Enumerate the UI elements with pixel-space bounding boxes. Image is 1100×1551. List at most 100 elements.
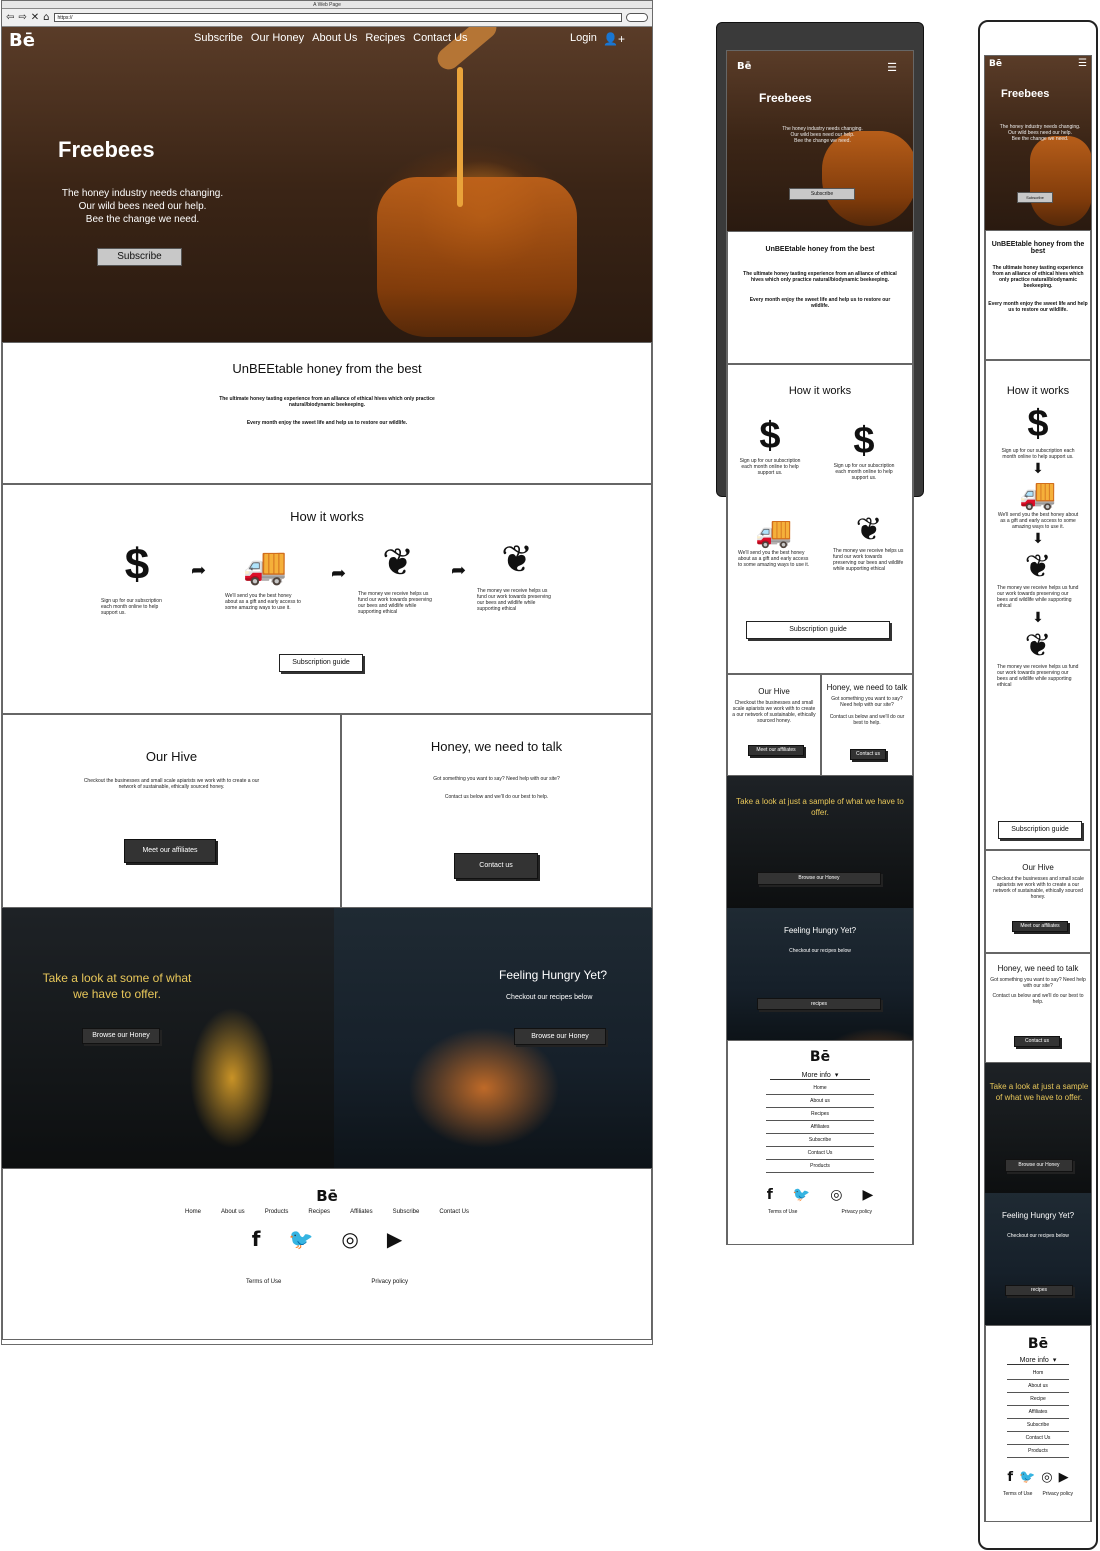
brand-logo[interactable]: Bē — [737, 61, 751, 72]
terms-link[interactable]: Terms of Use — [768, 1209, 797, 1215]
footer-menu-item[interactable]: Products — [1007, 1445, 1069, 1458]
footer-link[interactable]: Recipes — [308, 1209, 330, 1215]
how-it-works-section: How it works $ Sign up for our subscript… — [2, 484, 652, 714]
subscribe-button[interactable]: Subscribe — [97, 248, 182, 266]
hero-title: Freebees — [58, 137, 155, 162]
footer-menu-item[interactable]: Subscribe — [1007, 1419, 1069, 1432]
browse-honey-button[interactable]: Browse our Honey — [82, 1028, 160, 1044]
honey-panel-title: Take a look at some of what we have to o… — [42, 971, 192, 1001]
privacy-link[interactable]: Privacy policy — [841, 1209, 872, 1215]
meet-affiliates-button[interactable]: Meet our affiliates — [748, 745, 804, 756]
footer-menu-item[interactable]: About us — [1007, 1380, 1069, 1393]
youtube-icon[interactable]: ▶ — [862, 1187, 873, 1203]
footer-link[interactable]: About us — [221, 1209, 245, 1215]
footer-menu-item[interactable]: Subscribe — [766, 1134, 874, 1147]
hero-title: Freebees — [1001, 88, 1050, 100]
footer-menu-item[interactable]: Affiliates — [766, 1121, 874, 1134]
instagram-icon[interactable]: ◎ — [1041, 1470, 1052, 1485]
talk-text-2: Contact us below and we'll do our best t… — [992, 993, 1084, 1005]
footer-menu-item[interactable]: Recipes — [766, 1108, 874, 1121]
subscription-guide-button[interactable]: Subscription guide — [998, 821, 1082, 839]
footer-link[interactable]: Home — [185, 1209, 201, 1215]
twitter-icon[interactable]: 🐦 — [1019, 1470, 1035, 1485]
step-text: Sign up for our subscription each month … — [1001, 448, 1075, 460]
footer-menu-item[interactable]: Contact Us — [1007, 1432, 1069, 1445]
footer-menu: Home About us Recipes Affiliates Subscri… — [766, 1082, 874, 1173]
showcase-row: Take a look at some of what we have to o… — [2, 908, 652, 1168]
privacy-link[interactable]: Privacy policy — [1042, 1491, 1073, 1497]
browse-recipes-button[interactable]: Browse our Honey — [514, 1028, 606, 1045]
nav-subscribe[interactable]: Subscribe — [194, 32, 243, 44]
search-field[interactable] — [626, 13, 648, 22]
contact-us-button[interactable]: Contact us — [454, 853, 538, 879]
facebook-icon[interactable]: f — [767, 1187, 773, 1203]
footer-link[interactable]: Affiliates — [350, 1209, 373, 1215]
address-bar[interactable]: https:// — [53, 13, 622, 22]
subscribe-button[interactable]: Subscribe — [789, 188, 855, 200]
footer-menu-item[interactable]: About us — [766, 1095, 874, 1108]
forward-icon[interactable]: ⇨ — [18, 12, 26, 23]
twitter-icon[interactable]: 🐦 — [288, 1227, 313, 1251]
footer-logo[interactable]: Bē — [3, 1169, 651, 1205]
more-info-dropdown[interactable]: More info ▾ — [770, 1071, 870, 1080]
footer-menu-item[interactable]: Products — [766, 1160, 874, 1173]
facebook-icon[interactable]: f — [1007, 1470, 1013, 1485]
facebook-icon[interactable]: f — [252, 1227, 261, 1251]
pancake-panel-sub: Checkout our recipes below — [1007, 1233, 1069, 1239]
hive-heading: Our Hive — [758, 687, 790, 696]
footer-menu-item[interactable]: Recipe — [1007, 1393, 1069, 1406]
recipes-button[interactable]: recipes — [757, 998, 881, 1010]
talk-heading: Honey, we need to talk — [997, 964, 1079, 973]
subscription-guide-button[interactable]: Subscription guide — [279, 654, 363, 672]
meet-affiliates-button[interactable]: Meet our affiliates — [1012, 921, 1068, 932]
twitter-icon[interactable]: 🐦 — [793, 1187, 810, 1203]
add-user-icon[interactable]: 👤+ — [603, 32, 625, 46]
footer-logo[interactable]: Bē — [728, 1041, 912, 1065]
terms-link[interactable]: Terms of Use — [246, 1279, 281, 1285]
contact-us-button[interactable]: Contact us — [1014, 1036, 1060, 1047]
subscribe-button[interactable]: Subscribe — [1017, 192, 1053, 203]
hive-text: Checkout the businesses and small scale … — [992, 876, 1084, 900]
nav-contact[interactable]: Contact Us — [413, 32, 467, 44]
brand-logo[interactable]: Bē — [989, 59, 1002, 69]
hero-line: Bee the change we need. — [1011, 136, 1069, 142]
nav-about[interactable]: About Us — [312, 32, 357, 44]
browse-honey-button[interactable]: Browse our Honey — [757, 872, 881, 885]
home-icon[interactable]: ⌂ — [43, 12, 49, 23]
youtube-icon[interactable]: ▶ — [1059, 1470, 1069, 1485]
hamburger-menu-icon[interactable]: ☰ — [1078, 58, 1087, 69]
close-icon[interactable]: ✕ — [31, 12, 39, 23]
hamburger-menu-icon[interactable]: ☰ — [887, 61, 897, 74]
login-link[interactable]: Login — [570, 32, 597, 44]
contact-us-button[interactable]: Contact us — [850, 749, 886, 760]
youtube-icon[interactable]: ▶ — [387, 1227, 402, 1251]
footer-link[interactable]: Subscribe — [393, 1209, 420, 1215]
dollar-icon: $ — [759, 415, 781, 457]
back-icon[interactable]: ⇦ — [6, 12, 14, 23]
pancake-panel-title: Feeling Hungry Yet? — [499, 968, 608, 982]
hive-talk-row: Our Hive Checkout the businesses and sma… — [727, 674, 913, 776]
more-info-dropdown[interactable]: More info ▾ — [1007, 1356, 1069, 1365]
footer-menu-item[interactable]: Affiliates — [1007, 1406, 1069, 1419]
nav-our-honey[interactable]: Our Honey — [251, 32, 304, 44]
instagram-icon[interactable]: ◎ — [341, 1227, 358, 1251]
browse-honey-button[interactable]: Browse our Honey — [1005, 1159, 1073, 1172]
footer-link[interactable]: Contact Us — [439, 1209, 469, 1215]
footer-menu-item[interactable]: Contact Us — [766, 1147, 874, 1160]
terms-link[interactable]: Terms of Use — [1003, 1491, 1032, 1497]
subscription-guide-button[interactable]: Subscription guide — [746, 621, 890, 639]
brand-logo[interactable]: Bē — [9, 30, 35, 51]
nav-recipes[interactable]: Recipes — [365, 32, 405, 44]
footer-logo[interactable]: Bē — [986, 1326, 1090, 1352]
footer-menu-item[interactable]: Hom — [1007, 1367, 1069, 1380]
instagram-icon[interactable]: ◎ — [830, 1187, 842, 1203]
privacy-link[interactable]: Privacy policy — [371, 1279, 408, 1285]
intro-heading: UnBEEtable honey from the best — [991, 241, 1085, 255]
meet-affiliates-button[interactable]: Meet our affiliates — [124, 839, 216, 863]
talk-heading: Honey, we need to talk — [430, 739, 563, 754]
footer-link[interactable]: Products — [265, 1209, 289, 1215]
how-it-works-section: How it works $ Sign up for our subscript… — [727, 364, 913, 674]
recipes-button[interactable]: recipes — [1005, 1285, 1073, 1296]
footer-menu-item[interactable]: Home — [766, 1082, 874, 1095]
step-text: We'll send you the best honey about as a… — [225, 593, 301, 611]
